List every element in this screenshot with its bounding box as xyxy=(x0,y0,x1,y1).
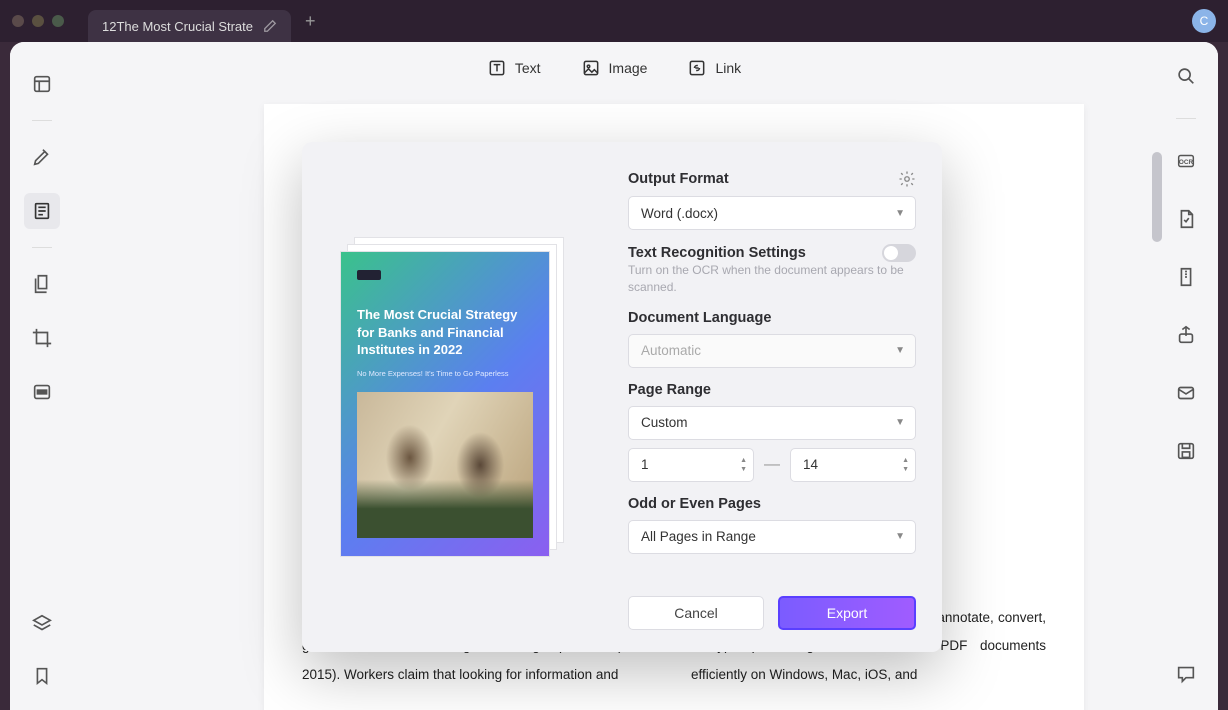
maximize-window[interactable] xyxy=(52,15,64,27)
stepper-arrows[interactable]: ▲▼ xyxy=(902,457,909,473)
language-select[interactable]: Automatic ▼ xyxy=(628,334,916,368)
page-from-input[interactable]: 1 ▲▼ xyxy=(628,448,754,482)
compress-icon[interactable] xyxy=(1170,261,1202,293)
language-label: Document Language xyxy=(628,310,771,326)
app-window: Text Image Link ly, it will support achi… xyxy=(10,42,1218,710)
scrollbar-thumb[interactable] xyxy=(1152,152,1162,242)
stepper-arrows[interactable]: ▲▼ xyxy=(740,457,747,473)
convert-icon[interactable] xyxy=(1170,203,1202,235)
cover-subtitle: No More Expenses! It's Time to Go Paperl… xyxy=(357,369,533,378)
cover-photo xyxy=(357,392,533,538)
gear-icon[interactable] xyxy=(898,170,916,188)
odd-even-label: Odd or Even Pages xyxy=(628,496,761,512)
tab-title: 12The Most Crucial Strate xyxy=(102,19,253,34)
document-tab[interactable]: 12The Most Crucial Strate xyxy=(88,10,291,42)
share-icon[interactable] xyxy=(1170,319,1202,351)
export-button[interactable]: Export xyxy=(778,596,916,630)
cover-title: The Most Crucial Strategy for Banks and … xyxy=(357,306,533,359)
ocr-label: Text Recognition Settings xyxy=(628,245,806,261)
insert-toolbar: Text Image Link xyxy=(74,42,1154,94)
layers-icon[interactable] xyxy=(24,606,60,642)
page-to-input[interactable]: 14 ▲▼ xyxy=(790,448,916,482)
image-icon xyxy=(581,58,601,78)
chevron-down-icon: ▼ xyxy=(895,208,905,219)
close-window[interactable] xyxy=(12,15,24,27)
bookmark-icon[interactable] xyxy=(24,658,60,694)
ocr-toggle[interactable] xyxy=(882,244,916,262)
export-dialog: The Most Crucial Strategy for Banks and … xyxy=(302,142,942,652)
annotate-icon[interactable] xyxy=(24,193,60,229)
insert-text-button[interactable]: Text xyxy=(487,58,541,78)
user-avatar[interactable]: C xyxy=(1192,9,1216,33)
new-tab-button[interactable]: + xyxy=(305,11,316,32)
highlighter-icon[interactable] xyxy=(24,139,60,175)
search-icon[interactable] xyxy=(1170,60,1202,92)
separator xyxy=(32,120,52,121)
titlebar: 12The Most Crucial Strate + C xyxy=(0,0,1228,42)
chevron-down-icon: ▼ xyxy=(895,531,905,542)
separator xyxy=(1176,118,1196,119)
insert-image-button[interactable]: Image xyxy=(581,58,648,78)
ocr-hint: Turn on the OCR when the document appear… xyxy=(628,262,916,296)
page-range-label: Page Range xyxy=(628,382,711,398)
chevron-down-icon: ▼ xyxy=(895,417,905,428)
cover-logo xyxy=(357,270,381,280)
thumbnails-icon[interactable] xyxy=(24,66,60,102)
page-range-select[interactable]: Custom ▼ xyxy=(628,406,916,440)
chevron-down-icon: ▼ xyxy=(895,345,905,356)
comment-icon[interactable] xyxy=(1170,658,1202,690)
left-toolbar xyxy=(10,42,74,710)
export-options: Output Format Word (.docx) ▼ Text Recogn… xyxy=(602,142,942,652)
crop-icon[interactable] xyxy=(24,320,60,356)
range-dash: — xyxy=(764,456,780,474)
ocr-icon[interactable]: OCR xyxy=(1170,145,1202,177)
pages-icon[interactable] xyxy=(24,266,60,302)
document-thumbnail-stack: The Most Crucial Strategy for Banks and … xyxy=(340,237,564,557)
export-preview: The Most Crucial Strategy for Banks and … xyxy=(302,142,602,652)
svg-text:OCR: OCR xyxy=(1179,159,1194,166)
save-icon[interactable] xyxy=(1170,435,1202,467)
redact-icon[interactable] xyxy=(24,374,60,410)
cancel-button[interactable]: Cancel xyxy=(628,596,764,630)
text-icon xyxy=(487,58,507,78)
right-toolbar: OCR xyxy=(1154,42,1218,710)
mail-icon[interactable] xyxy=(1170,377,1202,409)
odd-even-select[interactable]: All Pages in Range ▼ xyxy=(628,520,916,554)
output-format-label: Output Format xyxy=(628,171,729,187)
cover-preview: The Most Crucial Strategy for Banks and … xyxy=(341,252,549,556)
window-controls xyxy=(12,15,64,27)
separator xyxy=(32,247,52,248)
pencil-icon[interactable] xyxy=(263,19,277,33)
output-format-select[interactable]: Word (.docx) ▼ xyxy=(628,196,916,230)
minimize-window[interactable] xyxy=(32,15,44,27)
insert-link-button[interactable]: Link xyxy=(687,58,741,78)
link-icon xyxy=(687,58,707,78)
